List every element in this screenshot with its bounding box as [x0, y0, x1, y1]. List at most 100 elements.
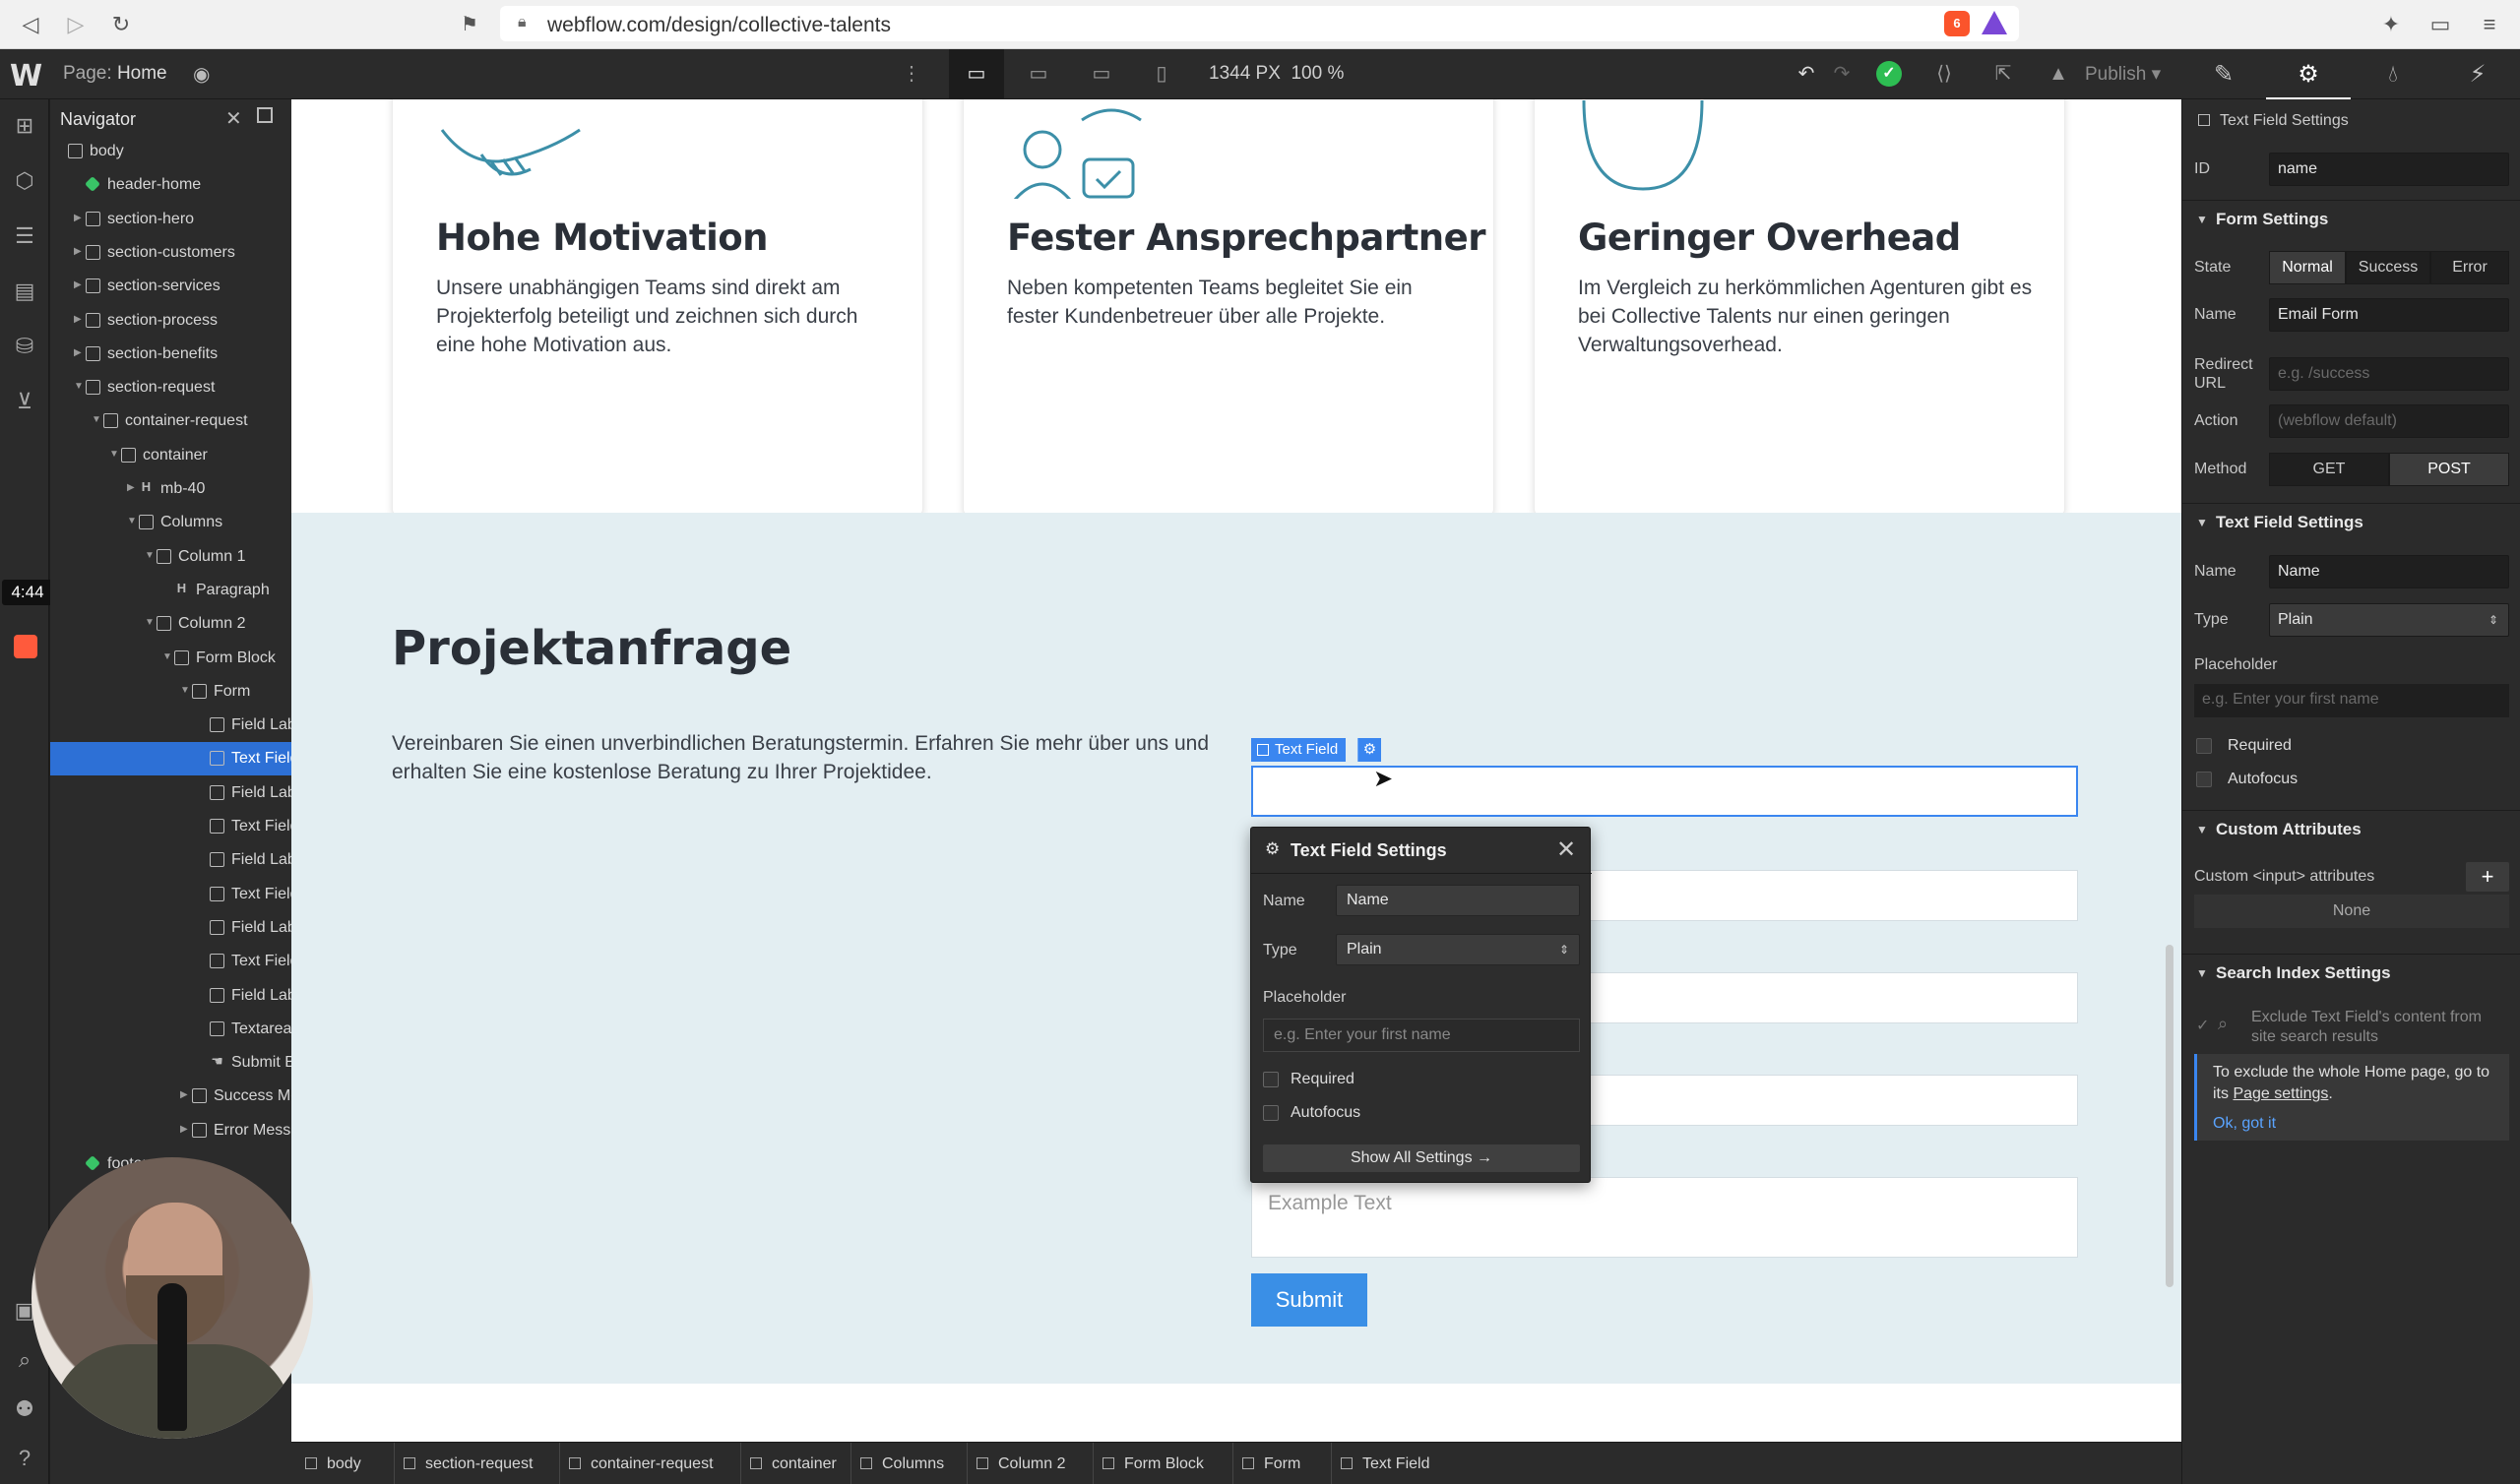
method-get-button[interactable]: GET	[2269, 453, 2389, 486]
nav-item-section-request[interactable]: ▼ section-request	[50, 371, 291, 404]
state-error-button[interactable]: Error	[2430, 251, 2509, 284]
popup-required-checkbox[interactable]	[1263, 1072, 1279, 1087]
code-icon[interactable]: ⟨⟩	[1929, 59, 1959, 89]
id-input[interactable]: name	[2269, 153, 2509, 186]
search-icon[interactable]: ⌕	[10, 1345, 39, 1375]
reload-icon[interactable]: ↻	[106, 10, 136, 39]
nav-item-text-field[interactable]: Text Field	[50, 810, 291, 843]
desktop-star-icon[interactable]: ▭	[959, 59, 994, 89]
caret-down-icon[interactable]: ▼	[74, 381, 84, 392]
settings-gear-icon[interactable]: ⚙	[2266, 49, 2351, 99]
breadcrumb-item[interactable]: Form	[1242, 1443, 1300, 1484]
nav-item-body[interactable]: body	[50, 135, 291, 168]
redirect-url-input[interactable]: e.g. /success	[2269, 357, 2509, 391]
brave-shield-icon[interactable]: 6	[1944, 11, 1970, 36]
method-post-button[interactable]: POST	[2389, 453, 2509, 486]
nav-item-section-services[interactable]: ▶ section-services	[50, 270, 291, 303]
pin-panel-icon[interactable]	[257, 107, 273, 123]
nav-item-column-1[interactable]: ▼ Column 1	[50, 540, 291, 574]
breadcrumb-item[interactable]: container-request	[569, 1443, 714, 1484]
selected-element-tag[interactable]: Text Field	[1251, 738, 1347, 762]
nav-item-text-field[interactable]: Text Field	[50, 945, 291, 978]
caret-down-icon[interactable]: ▼	[180, 685, 190, 696]
style-manager-drops-icon[interactable]: 💧︎	[2351, 49, 2435, 99]
popup-autofocus-checkbox[interactable]	[1263, 1105, 1279, 1121]
search-index-header[interactable]: ▼ Search Index Settings	[2182, 954, 2520, 989]
webflow-logo[interactable]: W	[10, 59, 42, 93]
menu-icon[interactable]: ≡	[2475, 10, 2504, 39]
breadcrumb-item[interactable]: body	[305, 1443, 361, 1484]
submit-button[interactable]: Submit	[1251, 1273, 1367, 1327]
bookmark-icon[interactable]: ⚑	[455, 10, 484, 39]
popup-type-select[interactable]: Plain ⇕	[1336, 934, 1580, 965]
nav-item-mb-40[interactable]: ▶ Hmb-40	[50, 472, 291, 506]
style-brush-icon[interactable]: ✎	[2181, 49, 2266, 99]
tf-required-checkbox[interactable]	[2196, 738, 2212, 754]
caret-down-icon[interactable]: ▼	[145, 617, 155, 628]
laptop-icon[interactable]: ▭	[1024, 59, 1053, 89]
tf-type-select[interactable]: Plain ⇕	[2269, 603, 2509, 637]
ok-got-it-link[interactable]: Ok, got it	[2213, 1115, 2276, 1133]
caret-right-icon[interactable]: ▶	[74, 314, 82, 325]
tf-name-input[interactable]: Name	[2269, 555, 2509, 588]
popup-placeholder-input[interactable]: e.g. Enter your first name	[1263, 1019, 1580, 1052]
caret-right-icon[interactable]: ▶	[74, 347, 82, 358]
textarea-field[interactable]: Example Text	[1251, 1177, 2078, 1258]
nav-item-form[interactable]: ▼ Form	[50, 675, 291, 709]
nav-item-field-label[interactable]: Field Label	[50, 776, 291, 810]
breadcrumb-item[interactable]: Text Field	[1341, 1443, 1429, 1484]
benefit-card[interactable]: Fester Ansprechpartner Neben kompetenten…	[963, 99, 1494, 517]
action-input[interactable]: (webflow default)	[2269, 404, 2509, 438]
design-canvas[interactable]: Hohe Motivation Unsere unabhängigen Team…	[291, 99, 2181, 1442]
wallet-icon[interactable]: ▭	[2426, 10, 2455, 39]
benefit-card[interactable]: Geringer Overhead Im Vergleich zu herköm…	[1534, 99, 2065, 517]
caret-right-icon[interactable]: ▶	[180, 1124, 188, 1135]
nav-item-field-label[interactable]: Field Label	[50, 979, 291, 1013]
nav-item-container-request[interactable]: ▼ container-request	[50, 404, 291, 438]
tablet-portrait-icon[interactable]: ▯	[1150, 59, 1173, 89]
users-icon[interactable]: ⚉	[10, 1394, 39, 1424]
breadcrumb-item[interactable]: Column 2	[976, 1443, 1065, 1484]
caret-down-icon[interactable]: ▼	[162, 651, 172, 662]
undo-icon[interactable]: ↶	[1792, 59, 1821, 89]
breadcrumb-item[interactable]: Columns	[860, 1443, 944, 1484]
element-settings-gear-icon[interactable]: ⚙	[1357, 738, 1381, 762]
extensions-icon[interactable]: ✦	[2376, 10, 2406, 39]
nav-item-text-field[interactable]: Text Field	[50, 742, 291, 776]
publish-button[interactable]: Publish ▾	[2085, 63, 2161, 86]
canvas-scrollbar[interactable]	[2166, 945, 2174, 1287]
tf-autofocus-checkbox[interactable]	[2196, 772, 2212, 787]
text-field-settings-header[interactable]: ▼ Text Field Settings	[2182, 503, 2520, 538]
breadcrumb-item[interactable]: section-request	[404, 1443, 533, 1484]
status-check-icon[interactable]: ✓	[1876, 61, 1902, 87]
more-icon[interactable]: ⋮	[902, 59, 921, 89]
tf-placeholder-input[interactable]: e.g. Enter your first name	[2194, 684, 2509, 717]
caret-down-icon[interactable]: ▼	[145, 550, 155, 561]
nav-item-textarea[interactable]: Textarea	[50, 1013, 291, 1046]
nav-item-section-benefits[interactable]: ▶ section-benefits	[50, 338, 291, 371]
nav-item-text-field[interactable]: Text Field	[50, 878, 291, 911]
preview-eye-icon[interactable]: ◉	[193, 62, 210, 87]
export-icon[interactable]: ⇱	[1988, 59, 2018, 89]
close-icon[interactable]: ✕	[1556, 835, 1576, 864]
form-settings-header[interactable]: ▼ Form Settings	[2182, 200, 2520, 235]
show-all-settings-button[interactable]: Show All Settings →	[1263, 1144, 1580, 1172]
help-icon[interactable]: ?	[10, 1444, 39, 1473]
address-bar[interactable]: 🔒︎ webflow.com/design/collective-talents…	[500, 6, 2019, 41]
caret-right-icon[interactable]: ▶	[127, 482, 135, 493]
brave-rewards-icon[interactable]	[1982, 11, 2007, 34]
nav-item-field-label[interactable]: Field Label	[50, 911, 291, 945]
tablet-landscape-icon[interactable]: ▭	[1087, 59, 1116, 89]
nav-item-container[interactable]: ▼ container	[50, 439, 291, 472]
popup-name-input[interactable]: Name	[1336, 885, 1580, 916]
exclude-check-icon[interactable]: ✓	[2196, 1016, 2209, 1035]
navigator-icon[interactable]: ☰	[10, 221, 39, 251]
add-panel-icon[interactable]: ⊞	[10, 111, 39, 141]
forward-icon[interactable]: ▷	[61, 10, 91, 39]
nav-item-form-block[interactable]: ▼ Form Block	[50, 642, 291, 675]
nav-item-column-2[interactable]: ▼ Column 2	[50, 607, 291, 641]
nav-item-field-label[interactable]: Field Label	[50, 843, 291, 877]
nav-item-section-process[interactable]: ▶ section-process	[50, 304, 291, 338]
caret-down-icon[interactable]: ▼	[92, 414, 101, 425]
caret-right-icon[interactable]: ▶	[74, 213, 82, 223]
